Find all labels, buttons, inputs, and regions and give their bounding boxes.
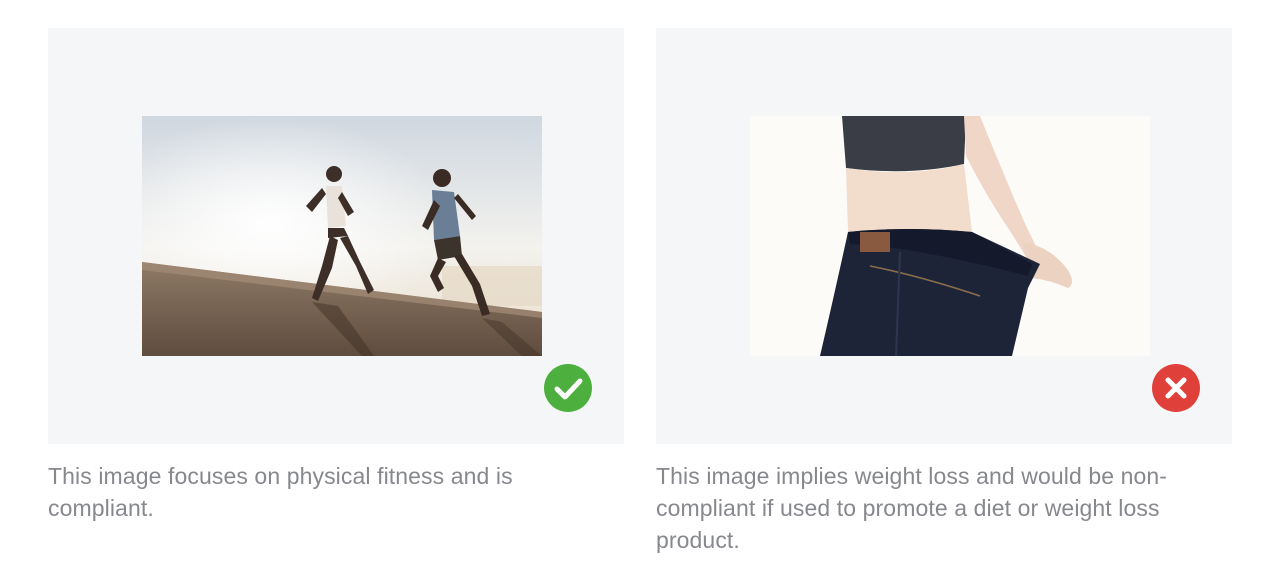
- compliant-example-card: This image focuses on physical fitness a…: [48, 28, 624, 524]
- runners-photo: [142, 116, 542, 356]
- example-gallery: This image focuses on physical fitness a…: [0, 0, 1264, 566]
- image-panel: [656, 28, 1232, 444]
- weight-loss-photo: [750, 116, 1150, 356]
- check-circle-icon: [544, 364, 592, 412]
- image-panel: [48, 28, 624, 444]
- x-circle-icon: [1152, 364, 1200, 412]
- example-caption: This image implies weight loss and would…: [656, 463, 1168, 553]
- non-compliant-example-card: This image implies weight loss and would…: [656, 28, 1232, 556]
- example-caption: This image focuses on physical fitness a…: [48, 463, 513, 521]
